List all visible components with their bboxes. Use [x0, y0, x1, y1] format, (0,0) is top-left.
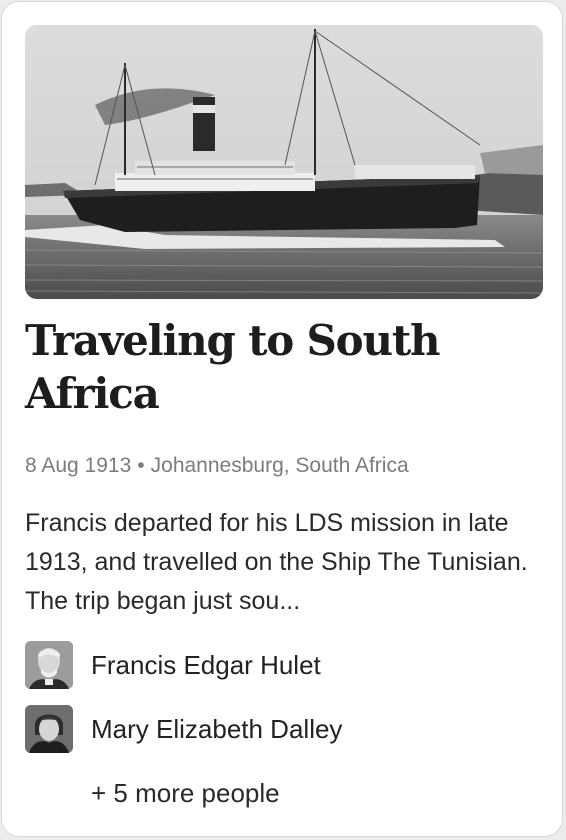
ship-photo-image	[25, 25, 543, 299]
person-item[interactable]: Francis Edgar Hulet	[25, 640, 545, 690]
person-avatar	[25, 641, 73, 689]
person-item[interactable]: Mary Elizabeth Dalley	[25, 704, 545, 754]
story-location: Johannesburg, South Africa	[150, 454, 409, 477]
portrait-woman-image	[25, 705, 73, 753]
story-description: Francis departed for his LDS mission in …	[25, 509, 528, 615]
people-list: Francis Edgar Hulet Mary Elizabeth Dalle…	[25, 640, 545, 768]
story-meta: 8 Aug 1913 • Johannesburg, South Africa	[25, 452, 545, 480]
story-card[interactable]: Traveling to South Africa 8 Aug 1913 • Joh…	[1, 1, 563, 837]
story-title: Traveling to South Africa	[25, 316, 441, 418]
story-photo[interactable]	[25, 25, 543, 299]
person-name: Mary Elizabeth Dalley	[91, 714, 343, 744]
portrait-man-image	[25, 641, 73, 689]
person-name: Francis Edgar Hulet	[91, 650, 321, 680]
meta-separator: •	[137, 454, 145, 477]
person-avatar	[25, 705, 73, 753]
more-people-link[interactable]: + 5 more people	[91, 776, 280, 810]
story-date: 8 Aug 1913	[25, 454, 132, 477]
